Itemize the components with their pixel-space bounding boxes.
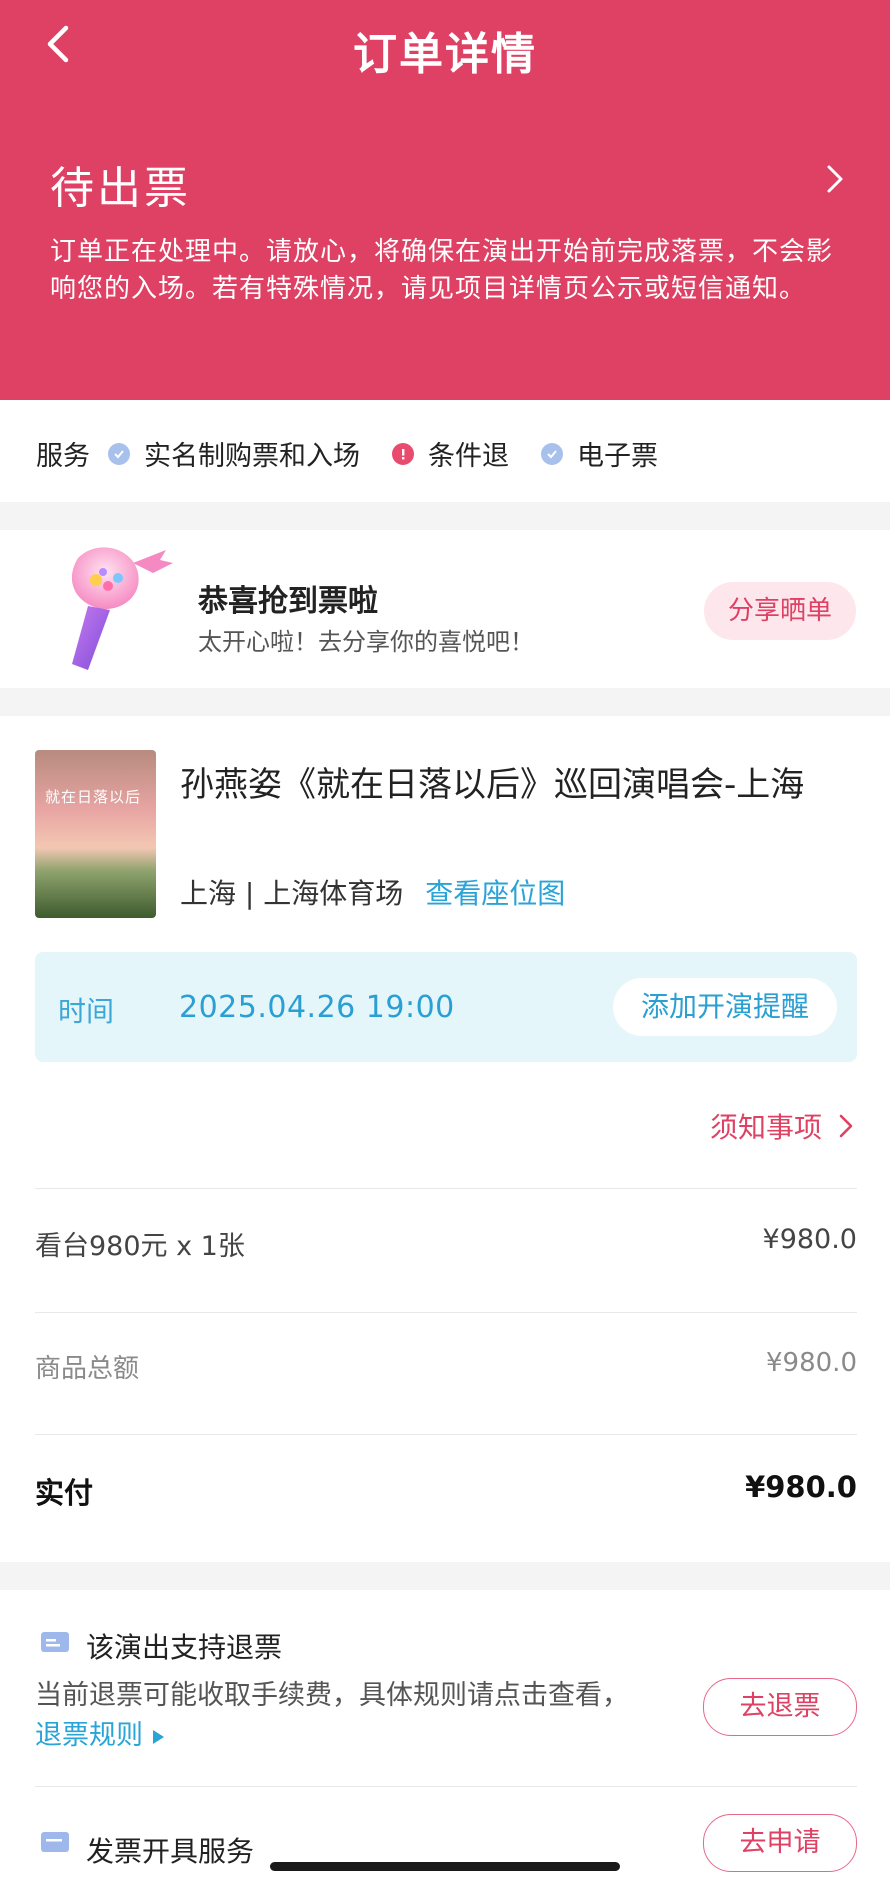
play-triangle-icon: [153, 1729, 164, 1744]
ticket-line-label: 看台980元 x 1张: [35, 1231, 245, 1262]
add-reminder-button[interactable]: 添加开演提醒: [613, 978, 837, 1036]
refund-title: 该演出支持退票: [86, 1631, 283, 1664]
refund-rules-label: 退票规则: [35, 1720, 143, 1751]
order-status-header: 订单详情 待出票 订单正在处理中。请放心，将确保在演出开始前完成落票，不会影响您…: [0, 0, 890, 400]
subtotal-value: ¥980.0: [766, 1348, 857, 1378]
show-poster[interactable]: 就在日落以后: [35, 750, 156, 918]
ticket-icon: [41, 1632, 69, 1652]
refund-desc-text: 当前退票可能收取手续费，具体规则请点击查看，: [35, 1680, 629, 1711]
venue-text: 上海 | 上海体育场: [180, 877, 404, 910]
paid-label: 实付: [35, 1476, 94, 1510]
chevron-right-icon[interactable]: [824, 162, 846, 196]
congrats-card: 恭喜抢到票啦 太开心啦！去分享你的喜悦吧！ 分享晒单: [0, 530, 890, 688]
service-label: 条件退: [428, 441, 509, 472]
notice-link[interactable]: 须知事项: [710, 1106, 854, 1146]
service-real-name[interactable]: 实名制购票和入场: [108, 434, 360, 473]
check-circle-icon: [108, 442, 130, 465]
divider: [35, 1786, 857, 1787]
seat-map-link[interactable]: 查看座位图: [425, 872, 565, 912]
poster-title: 就在日落以后: [45, 788, 142, 806]
refund-description: 当前退票可能收取手续费，具体规则请点击查看， 退票规则: [35, 1676, 655, 1756]
congrats-title: 恭喜抢到票啦: [198, 584, 378, 619]
order-status-title[interactable]: 待出票: [50, 152, 191, 216]
service-e-ticket[interactable]: 电子票: [541, 434, 658, 473]
congrats-subtitle: 太开心啦！去分享你的喜悦吧！: [198, 628, 534, 656]
paid-value: ¥980.0: [745, 1470, 857, 1504]
chevron-right-icon: [839, 1114, 853, 1138]
show-time-value: 2025.04.26 19:00: [179, 990, 455, 1025]
notice-label: 须知事项: [709, 1111, 822, 1144]
subtotal-label: 商品总额: [35, 1354, 140, 1384]
order-status-description: 订单正在处理中。请放心，将确保在演出开始前完成落票，不会影响您的入场。若有特殊情…: [50, 237, 834, 304]
show-title[interactable]: 孙燕姿《就在日落以后》巡回演唱会-上海: [180, 758, 840, 812]
services-bar[interactable]: 服务 实名制购票和入场 条件退 电子票: [0, 400, 890, 502]
divider: [35, 1312, 857, 1313]
refund-button[interactable]: 去退票: [703, 1678, 857, 1736]
home-indicator[interactable]: [270, 1862, 620, 1871]
service-label: 实名制购票和入场: [144, 441, 360, 472]
lightstick-icon: [71, 547, 173, 670]
invoice-title: 发票开具服务: [86, 1835, 255, 1868]
refund-rules-link[interactable]: 退票规则: [35, 1720, 164, 1751]
apply-invoice-button[interactable]: 去申请: [703, 1814, 857, 1872]
check-circle-icon: [541, 442, 563, 465]
show-time-box: 时间 2025.04.26 19:00 添加开演提醒: [35, 952, 857, 1062]
time-label: 时间: [58, 995, 115, 1028]
ticket-line-value: ¥980.0: [762, 1224, 857, 1255]
invoice-icon: [41, 1832, 69, 1852]
alert-circle-icon: [392, 442, 414, 465]
share-order-button[interactable]: 分享晒单: [704, 582, 856, 640]
divider: [35, 1434, 857, 1435]
refund-section: 该演出支持退票 当前退票可能收取手续费，具体规则请点击查看， 退票规则 去退票 …: [0, 1590, 890, 1889]
service-conditional-refund[interactable]: 条件退: [392, 434, 509, 473]
page-title: 订单详情: [353, 29, 537, 80]
service-label: 电子票: [577, 441, 658, 472]
services-label: 服务: [36, 441, 90, 472]
divider: [35, 1188, 857, 1189]
order-detail-card: 就在日落以后 孙燕姿《就在日落以后》巡回演唱会-上海 上海 | 上海体育场 查看…: [0, 716, 890, 1562]
